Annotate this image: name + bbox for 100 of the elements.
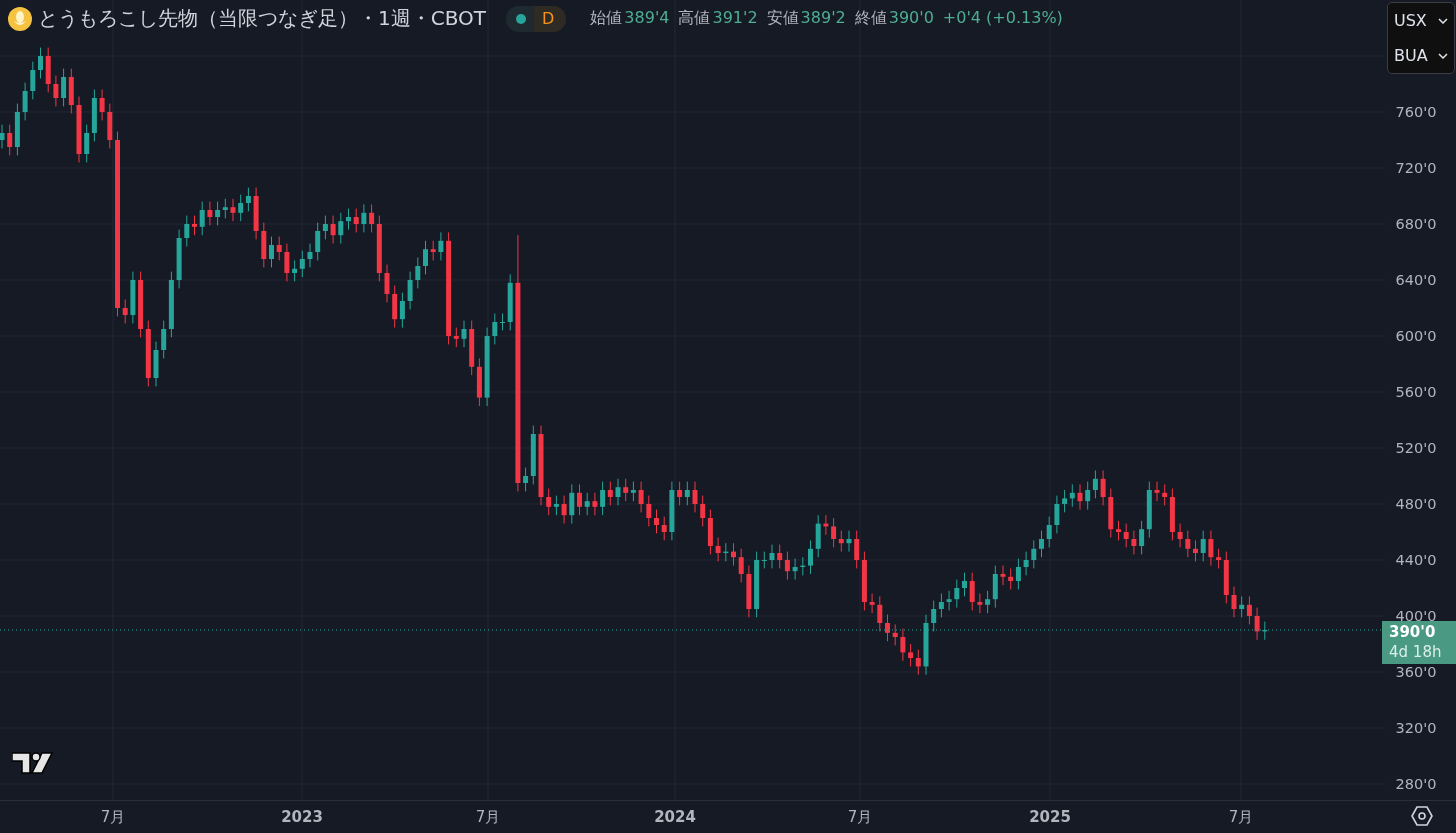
- chevron-down-icon: [1438, 52, 1448, 59]
- candle: [1054, 495, 1060, 534]
- price-axis-label: 680'0: [1395, 216, 1437, 232]
- candle: [1100, 469, 1106, 506]
- candle: [900, 628, 906, 662]
- price-axis-label: 480'0: [1395, 496, 1437, 512]
- candle: [1208, 530, 1214, 567]
- candle: [569, 483, 575, 525]
- candle: [969, 572, 975, 611]
- symbol-title: とうもろこし先物（当限つなぎ足）・1週・CBOT: [38, 5, 487, 32]
- price-axis-label: 320'0: [1395, 720, 1437, 736]
- candle: [269, 236, 274, 268]
- candle: [885, 614, 890, 642]
- corn-icon: [8, 6, 32, 31]
- candle: [584, 492, 590, 516]
- candle: [307, 243, 313, 268]
- candle: [461, 320, 467, 348]
- candle: [1200, 530, 1206, 562]
- candle: [738, 548, 744, 583]
- candle: [977, 593, 983, 614]
- price-axis-label: 720'0: [1395, 160, 1437, 176]
- candle: [792, 558, 798, 581]
- candle: [153, 341, 159, 387]
- candle: [1108, 488, 1114, 539]
- candle: [261, 222, 267, 268]
- candle: [1123, 523, 1129, 548]
- candle: [253, 187, 259, 240]
- candle: [276, 236, 282, 261]
- unit-dropdown[interactable]: BUA: [1388, 38, 1454, 73]
- candle: [1154, 481, 1160, 502]
- ohlc-value: 391'2: [712, 8, 758, 29]
- price-axis-label: 360'0: [1395, 664, 1437, 680]
- unit-dropdown[interactable]: USX: [1388, 3, 1454, 38]
- candle: [808, 539, 813, 575]
- candle: [946, 590, 952, 611]
- candle: [192, 215, 197, 236]
- price-axis-label: 440'0: [1395, 552, 1437, 568]
- candle: [438, 231, 444, 261]
- candle: [646, 495, 652, 527]
- ohlc-label: 高値: [678, 8, 711, 29]
- candle: [99, 89, 105, 121]
- candle: [38, 47, 43, 79]
- price-axis-label: 640'0: [1395, 272, 1437, 288]
- candle: [746, 565, 752, 618]
- bar-countdown: 4d 18h: [1389, 642, 1443, 662]
- ohlc-label: 終値: [854, 8, 887, 29]
- candle: [353, 208, 359, 233]
- chevron-down-icon: [1438, 17, 1448, 24]
- time-axis-label: 7月: [475, 808, 501, 826]
- candle: [176, 229, 182, 289]
- candle: [346, 208, 351, 231]
- ohlc-value: 390'0: [888, 8, 934, 29]
- candle: [338, 212, 344, 245]
- candle: [661, 516, 667, 541]
- candle: [877, 595, 883, 632]
- candle: [592, 492, 598, 516]
- candle: [769, 544, 775, 569]
- candle: [330, 215, 336, 245]
- price-axis-label: 280'0: [1395, 776, 1437, 792]
- candle: [492, 313, 498, 345]
- candle: [669, 481, 675, 541]
- candle: [130, 271, 136, 324]
- candle: [45, 47, 51, 93]
- candle: [954, 579, 960, 609]
- candle: [723, 542, 729, 562]
- candle: [1023, 551, 1029, 576]
- candle: [430, 240, 436, 261]
- candle: [1193, 539, 1198, 562]
- price-change: +0'4 (+0.13%): [942, 8, 1063, 27]
- candle: [923, 614, 929, 676]
- price-axis-label: 560'0: [1395, 384, 1437, 400]
- candle: [1031, 539, 1037, 569]
- candle: [731, 542, 736, 567]
- candle: [892, 623, 898, 646]
- candle: [615, 478, 621, 506]
- candle: [107, 103, 113, 149]
- candle: [1131, 530, 1137, 555]
- candle: [962, 572, 967, 597]
- candle: [561, 495, 567, 525]
- candle: [638, 481, 644, 513]
- market-status-badge[interactable]: D: [506, 5, 567, 32]
- price-axis-label: 520'0: [1395, 440, 1437, 456]
- ohlc-value: 389'2: [800, 8, 846, 29]
- candle: [415, 257, 421, 289]
- price-axis-label: 600'0: [1395, 328, 1437, 344]
- candle: [184, 215, 190, 247]
- time-axis-label: 2025: [1029, 808, 1071, 826]
- candle: [846, 530, 852, 553]
- candle: [284, 243, 290, 282]
- ohlc-label: 安値: [766, 8, 799, 29]
- candle: [22, 82, 28, 121]
- candle: [1231, 586, 1237, 618]
- settings-icon[interactable]: [1410, 804, 1434, 828]
- candle: [692, 481, 698, 513]
- candle: [53, 75, 59, 107]
- time-axis-label: 7月: [1228, 808, 1254, 826]
- price-axis-label: 400'0: [1395, 608, 1437, 624]
- candle: [715, 537, 721, 562]
- time-axis-label: 7月: [100, 808, 126, 826]
- candle: [1039, 530, 1044, 558]
